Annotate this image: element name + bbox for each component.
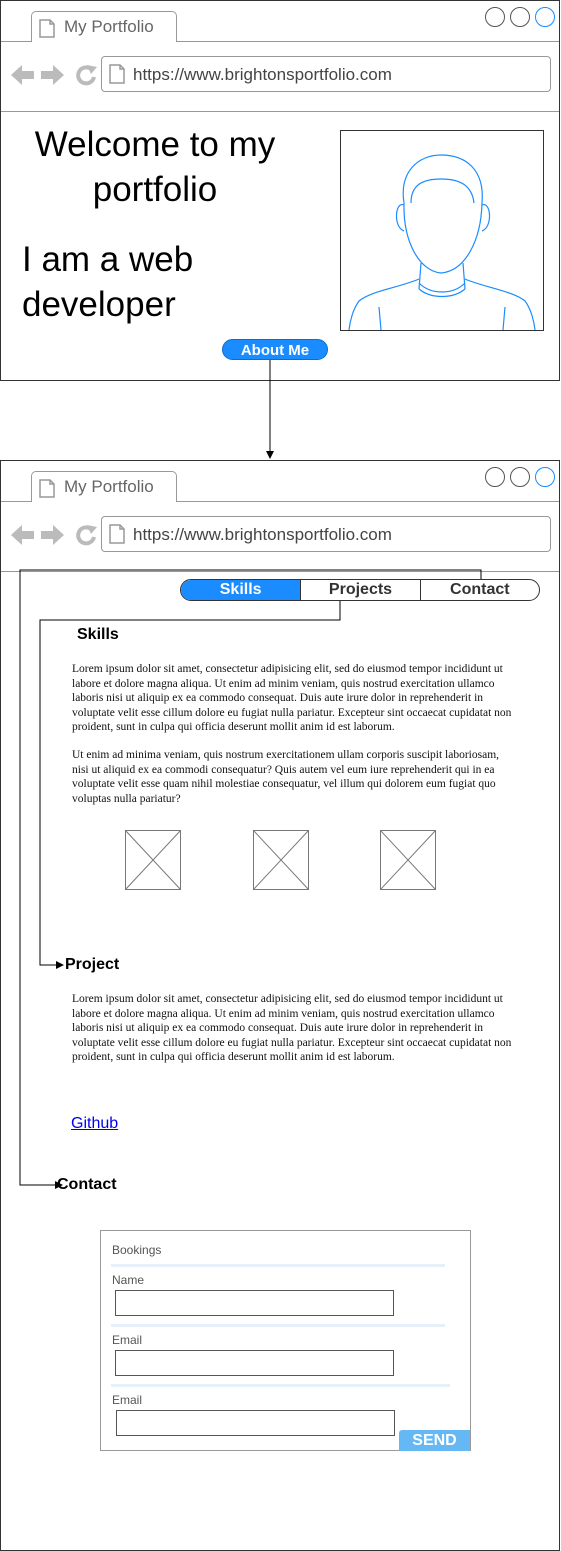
back-arrow-icon[interactable] bbox=[11, 525, 34, 545]
tab-title: My Portfolio bbox=[64, 477, 154, 496]
page-icon bbox=[39, 19, 55, 38]
project-paragraph: Lorem ipsum dolor sit amet, consectetur … bbox=[72, 993, 512, 1064]
email-input-2[interactable] bbox=[116, 1410, 395, 1436]
toolbar-divider bbox=[1, 571, 559, 572]
window-button[interactable] bbox=[535, 467, 555, 487]
page-icon bbox=[39, 479, 55, 498]
browser-tab[interactable]: My Portfolio bbox=[31, 11, 177, 42]
url-text: https://www.brightonsportfolio.com bbox=[133, 525, 392, 544]
image-placeholder-icon bbox=[253, 830, 309, 890]
form-divider bbox=[111, 1324, 445, 1327]
window-button[interactable] bbox=[535, 7, 555, 27]
page-icon bbox=[109, 64, 125, 84]
address-bar[interactable]: https://www.brightonsportfolio.com bbox=[101, 516, 551, 552]
bookings-form: Bookings Name Email Email bbox=[100, 1230, 471, 1451]
tab-title: My Portfolio bbox=[64, 17, 154, 36]
project-heading: Project bbox=[65, 956, 120, 973]
skills-paragraph-2: Ut enim ad minima veniam, quis nostrum e… bbox=[72, 749, 500, 805]
browser-tab[interactable]: My Portfolio bbox=[31, 471, 177, 502]
form-title: Bookings bbox=[112, 1243, 162, 1257]
email-label: Email bbox=[112, 1333, 143, 1347]
menu-item-contact[interactable]: Contact bbox=[419, 580, 539, 600]
window-button[interactable] bbox=[510, 7, 530, 27]
url-text: https://www.brightonsportfolio.com bbox=[133, 65, 392, 84]
toolbar-divider bbox=[1, 111, 559, 112]
send-button[interactable]: SEND bbox=[399, 1430, 470, 1451]
welcome-heading: Welcome to my portfolio bbox=[34, 125, 276, 209]
image-placeholder-icon bbox=[125, 830, 181, 890]
menu-item-projects[interactable]: Projects bbox=[300, 580, 419, 600]
address-bar[interactable]: https://www.brightonsportfolio.com bbox=[101, 56, 551, 92]
person-placeholder-icon bbox=[348, 154, 536, 331]
form-divider bbox=[111, 1384, 450, 1387]
image-placeholder-icon bbox=[380, 830, 436, 890]
profile-photo bbox=[340, 130, 544, 331]
back-arrow-icon[interactable] bbox=[11, 65, 34, 85]
window-button[interactable] bbox=[485, 467, 505, 487]
about-me-button[interactable]: About Me bbox=[222, 339, 328, 360]
contact-heading: Contact bbox=[57, 1176, 117, 1193]
email-label-2: Email bbox=[112, 1393, 143, 1407]
menu-item-skills[interactable]: Skills bbox=[181, 580, 301, 600]
name-label: Name bbox=[112, 1273, 145, 1287]
reload-icon[interactable] bbox=[76, 65, 97, 86]
window-button[interactable] bbox=[510, 467, 530, 487]
role-text: I am a web developer bbox=[22, 240, 194, 324]
section-nav-menu: Skills Projects Contact bbox=[180, 579, 540, 601]
page-icon bbox=[109, 524, 125, 544]
forward-arrow-icon[interactable] bbox=[41, 525, 64, 545]
skills-heading: Skills bbox=[77, 626, 119, 643]
forward-arrow-icon[interactable] bbox=[41, 65, 64, 85]
reload-icon[interactable] bbox=[76, 525, 97, 546]
github-link[interactable]: Github bbox=[71, 1115, 118, 1133]
window-button[interactable] bbox=[485, 7, 505, 27]
form-divider bbox=[111, 1264, 445, 1267]
skills-paragraph: Lorem ipsum dolor sit amet, consectetur … bbox=[72, 663, 512, 734]
email-input[interactable] bbox=[115, 1350, 394, 1376]
name-input[interactable] bbox=[115, 1290, 394, 1316]
